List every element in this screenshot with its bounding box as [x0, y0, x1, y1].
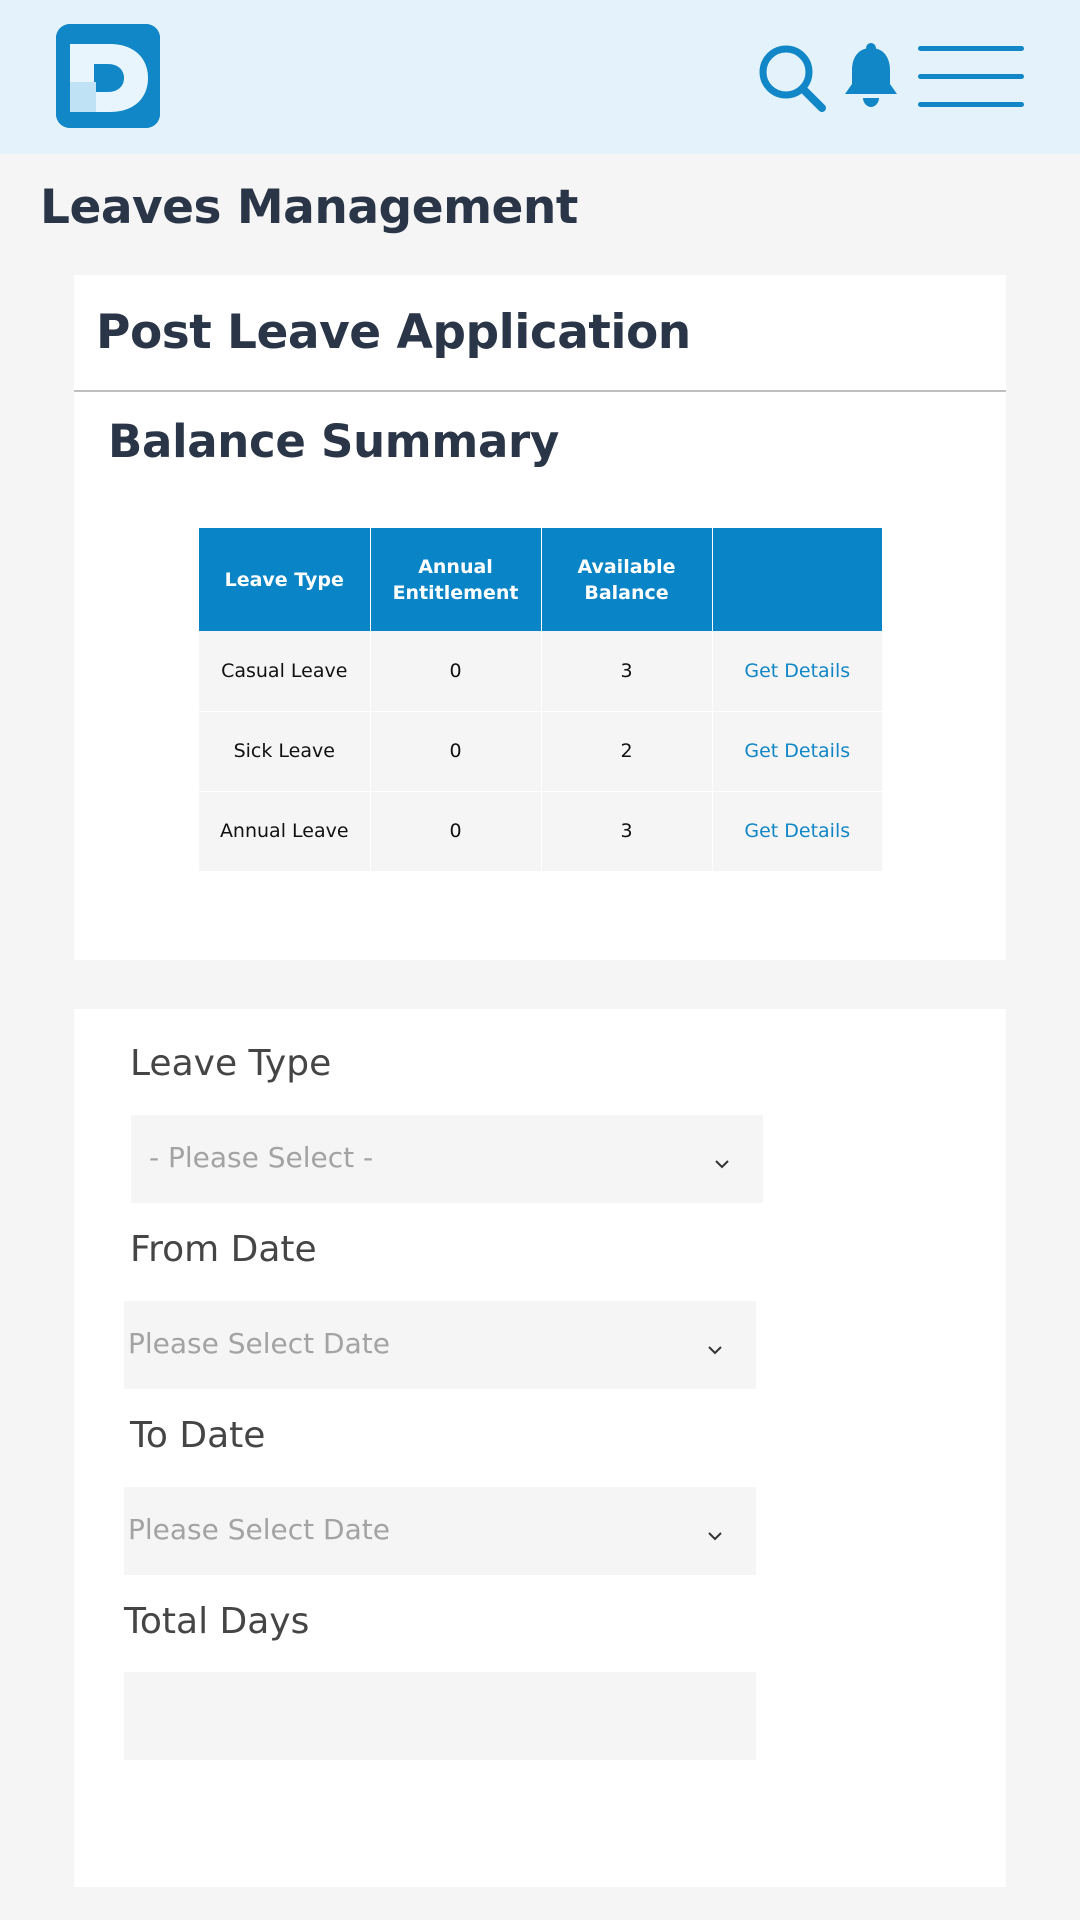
leave-application-card: Post Leave Application Balance Summary L… — [74, 275, 1006, 960]
hamburger-menu-button[interactable] — [918, 44, 1026, 108]
column-header-leave-type: Leave Type — [199, 528, 371, 631]
cell-available-balance: 2 — [541, 711, 713, 792]
balance-summary-table: Leave Type Annual Entitlement Available … — [199, 528, 882, 872]
search-icon — [759, 45, 826, 112]
leave-type-select[interactable]: - Please Select - — [131, 1115, 763, 1203]
from-date-placeholder: Please Select Date — [128, 1327, 390, 1360]
column-header-available-balance: Available Balance — [541, 528, 713, 631]
leave-type-label: Leave Type — [130, 1043, 332, 1084]
leave-type-placeholder: - Please Select - — [149, 1141, 374, 1174]
from-date-label: From Date — [130, 1229, 317, 1270]
column-header-action — [712, 528, 882, 631]
table-row: Sick Leave 0 2 Get Details — [199, 711, 882, 792]
cell-available-balance: 3 — [541, 791, 713, 872]
get-details-link[interactable]: Get Details — [712, 711, 882, 792]
get-details-link[interactable]: Get Details — [712, 631, 882, 712]
chevron-down-icon — [708, 1346, 722, 1355]
column-header-annual-entitlement: Annual Entitlement — [370, 528, 542, 631]
cell-leave-type: Casual Leave — [199, 631, 371, 712]
to-date-picker[interactable]: Please Select Date — [124, 1487, 756, 1575]
hamburger-menu-icon-line — [918, 102, 1024, 107]
get-details-link[interactable]: Get Details — [712, 791, 882, 872]
cell-annual-entitlement: 0 — [370, 791, 542, 872]
app-logo[interactable] — [56, 24, 160, 128]
to-date-label: To Date — [130, 1415, 266, 1456]
top-navigation-bar — [0, 0, 1080, 154]
search-button[interactable] — [756, 42, 828, 114]
cell-leave-type: Sick Leave — [199, 711, 371, 792]
cell-available-balance: 3 — [541, 631, 713, 712]
cell-annual-entitlement: 0 — [370, 631, 542, 712]
cell-leave-type: Annual Leave — [199, 791, 371, 872]
table-header-row: Leave Type Annual Entitlement Available … — [199, 528, 882, 631]
page-title: Leaves Management — [40, 180, 578, 235]
table-row: Casual Leave 0 3 Get Details — [199, 631, 882, 712]
card-title: Post Leave Application — [96, 305, 691, 360]
cell-annual-entitlement: 0 — [370, 711, 542, 792]
from-date-picker[interactable]: Please Select Date — [124, 1301, 756, 1389]
hamburger-menu-icon — [918, 46, 1024, 51]
leave-form-card: Leave Type - Please Select - From Date P… — [74, 1009, 1006, 1887]
total-days-label: Total Days — [124, 1601, 310, 1642]
hamburger-menu-icon-line — [918, 74, 1024, 79]
card-header: Post Leave Application — [74, 275, 1006, 392]
balance-summary-title: Balance Summary — [108, 415, 559, 468]
to-date-placeholder: Please Select Date — [128, 1513, 390, 1546]
table-row: Annual Leave 0 3 Get Details — [199, 791, 882, 872]
notifications-button[interactable] — [842, 42, 900, 110]
chevron-down-icon — [715, 1160, 729, 1169]
logo-d-icon — [56, 24, 160, 128]
bell-icon — [845, 43, 897, 107]
chevron-down-icon — [708, 1532, 722, 1541]
total-days-field[interactable] — [124, 1672, 756, 1760]
